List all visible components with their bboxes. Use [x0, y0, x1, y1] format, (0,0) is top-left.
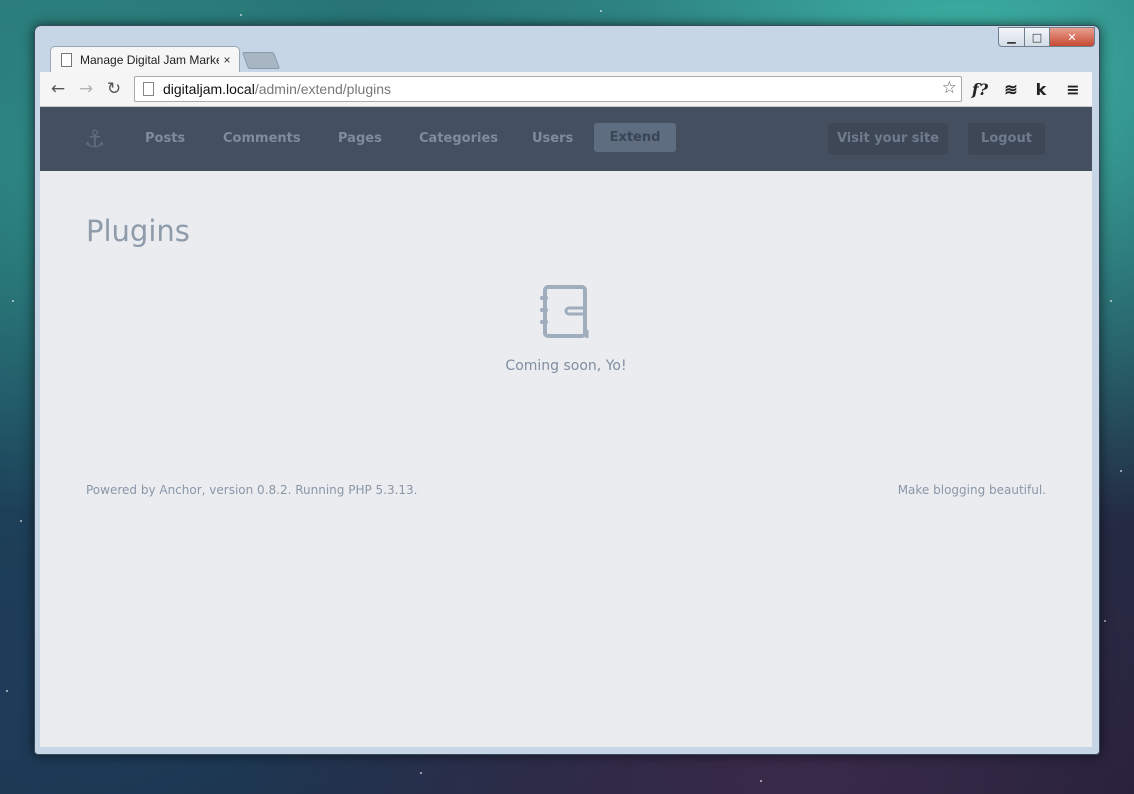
browser-window: ▁ □ ✕ Manage Digital Jam Marke × ← → ↻ d… — [34, 25, 1100, 755]
close-tab-icon[interactable]: × — [219, 53, 235, 67]
visit-site-button[interactable]: Visit your site — [828, 123, 948, 155]
window-controls: ▁ □ ✕ — [998, 27, 1095, 47]
nav-comments[interactable]: Comments — [223, 131, 301, 146]
logout-button[interactable]: Logout — [968, 123, 1045, 155]
tab-title: Manage Digital Jam Marke — [80, 53, 219, 67]
footer-tagline: Make blogging beautiful. — [897, 483, 1046, 497]
empty-message: Coming soon, Yo! — [505, 358, 627, 374]
close-window-button[interactable]: ✕ — [1050, 27, 1095, 47]
nav-pages[interactable]: Pages — [338, 131, 382, 146]
nav-extend[interactable]: Extend — [594, 123, 676, 152]
buffer-extension-icon[interactable]: ≋ — [998, 76, 1024, 102]
reload-icon[interactable]: ↻ — [100, 75, 128, 103]
page-info-icon[interactable] — [143, 82, 154, 96]
page-viewport: ⚓ Posts Comments Pages Categories Users … — [40, 107, 1092, 747]
admin-nav: ⚓ Posts Comments Pages Categories Users … — [40, 107, 1092, 171]
klout-extension-icon[interactable]: k — [1028, 76, 1054, 102]
bookmark-star-icon[interactable]: ☆ — [942, 78, 957, 98]
new-tab-button[interactable] — [241, 52, 281, 69]
maximize-button[interactable]: □ — [1025, 27, 1050, 47]
browser-tab[interactable]: Manage Digital Jam Marke × — [50, 46, 240, 73]
nav-categories[interactable]: Categories — [419, 131, 498, 146]
anchor-icon[interactable]: ⚓ — [84, 125, 106, 153]
nav-posts[interactable]: Posts — [145, 131, 185, 146]
nav-users[interactable]: Users — [532, 131, 573, 146]
url-path: /admin/extend/plugins — [254, 81, 392, 97]
page-icon — [61, 53, 72, 67]
menu-icon[interactable]: ≡ — [1060, 76, 1086, 102]
browser-toolbar: ← → ↻ digitaljam.local/admin/extend/plug… — [40, 72, 1092, 107]
page-title: Plugins — [86, 214, 190, 248]
footer-powered-by: Powered by Anchor, version 0.8.2. Runnin… — [86, 483, 418, 497]
url-host: digitaljam.local — [163, 81, 255, 97]
address-bar[interactable]: digitaljam.local/admin/extend/plugins ☆ — [134, 76, 962, 102]
fontface-extension-icon[interactable]: f? — [967, 76, 993, 102]
minimize-button[interactable]: ▁ — [998, 27, 1025, 47]
notebook-icon — [536, 283, 596, 347]
forward-icon[interactable]: → — [72, 75, 100, 103]
back-icon[interactable]: ← — [44, 75, 72, 103]
